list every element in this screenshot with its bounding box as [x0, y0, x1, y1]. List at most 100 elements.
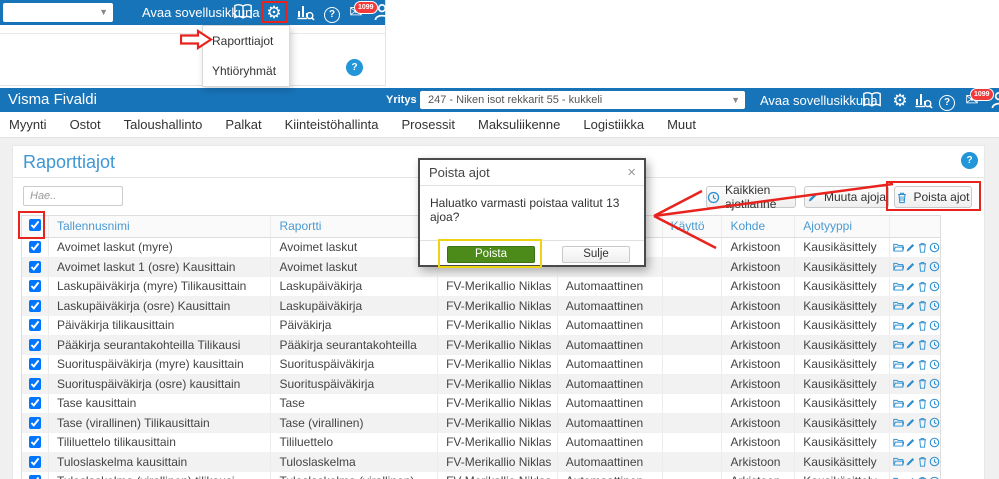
select-all-checkbox[interactable]: [28, 219, 41, 231]
pencil-icon[interactable]: [905, 242, 916, 253]
open-folder-icon[interactable]: [893, 261, 905, 272]
trash-icon[interactable]: [917, 398, 928, 409]
bookmarks-icon[interactable]: [862, 91, 882, 110]
nav-item-myynti[interactable]: Myynti: [4, 112, 52, 137]
trash-icon[interactable]: [917, 378, 928, 389]
trash-icon[interactable]: [917, 300, 928, 311]
nav-item-maksuliikenne[interactable]: Maksuliikenne: [473, 112, 565, 137]
clock-icon[interactable]: [929, 417, 940, 428]
pencil-icon[interactable]: [905, 359, 916, 370]
delete-runs-button[interactable]: Poista ajot: [894, 186, 972, 208]
help-badge[interactable]: ?: [346, 59, 363, 76]
open-app-window-link[interactable]: Avaa sovellusikkuna: [760, 88, 878, 113]
report-search-icon[interactable]: [295, 3, 315, 22]
pencil-icon[interactable]: [905, 417, 916, 428]
clock-icon[interactable]: [929, 320, 940, 331]
trash-icon[interactable]: [917, 339, 928, 350]
menu-item-raporttiajot[interactable]: Raporttiajot: [203, 26, 289, 56]
row-checkbox[interactable]: [28, 475, 41, 479]
clock-icon[interactable]: [929, 281, 940, 292]
open-folder-icon[interactable]: [893, 398, 905, 409]
row-checkbox[interactable]: [28, 436, 41, 448]
pencil-icon[interactable]: [905, 300, 916, 311]
nav-item-muut[interactable]: Muut: [662, 112, 701, 137]
row-checkbox[interactable]: [28, 319, 41, 331]
row-checkbox[interactable]: [28, 338, 41, 351]
row-checkbox[interactable]: [28, 358, 41, 370]
clock-icon[interactable]: [929, 398, 940, 409]
row-checkbox[interactable]: [28, 299, 41, 312]
pencil-icon[interactable]: [905, 261, 916, 272]
pencil-icon[interactable]: [905, 320, 916, 331]
pencil-icon[interactable]: [905, 398, 916, 409]
nav-item-ostot[interactable]: Ostot: [65, 112, 106, 137]
row-checkbox[interactable]: [28, 377, 41, 390]
pencil-icon[interactable]: [905, 339, 916, 350]
open-folder-icon[interactable]: [893, 339, 905, 350]
pencil-icon[interactable]: [905, 437, 916, 448]
trash-icon[interactable]: [917, 320, 928, 331]
row-checkbox[interactable]: [28, 241, 41, 253]
open-folder-icon[interactable]: [893, 437, 905, 448]
clock-icon[interactable]: [929, 300, 940, 311]
trash-icon[interactable]: [917, 359, 928, 370]
help-icon[interactable]: ?: [322, 4, 342, 23]
trash-icon[interactable]: [917, 417, 928, 428]
nav-item-kiinteistohallinta[interactable]: Kiinteistöhallinta: [280, 112, 384, 137]
clock-icon[interactable]: [929, 339, 940, 350]
clock-icon[interactable]: [929, 242, 940, 253]
trash-icon[interactable]: [917, 456, 928, 467]
menu-item-yhtioryhmat[interactable]: Yhtiöryhmät: [203, 56, 289, 86]
clock-icon[interactable]: [929, 261, 940, 272]
pencil-icon[interactable]: [905, 456, 916, 467]
trash-icon[interactable]: [917, 437, 928, 448]
all-runs-status-button[interactable]: Kaikkien ajotilanne: [706, 183, 796, 211]
row-checkbox[interactable]: [28, 260, 41, 273]
bookmarks-icon[interactable]: [233, 3, 253, 22]
open-folder-icon[interactable]: [893, 456, 905, 467]
open-folder-icon[interactable]: [893, 378, 905, 389]
company-select[interactable]: 247 - Niken isot rekkarit 55 - kukkeli ▼: [420, 91, 745, 109]
clock-icon[interactable]: [929, 437, 940, 448]
col-header-kohde[interactable]: Kohde: [722, 216, 796, 237]
gear-icon[interactable]: ⚙: [890, 91, 910, 110]
cancel-button[interactable]: Sulje: [562, 246, 630, 263]
col-header-tallennusnimi[interactable]: Tallennusnimi: [49, 216, 272, 237]
row-checkbox[interactable]: [28, 280, 41, 292]
clock-icon[interactable]: [929, 456, 940, 467]
row-checkbox[interactable]: [28, 455, 41, 468]
close-icon[interactable]: ×: [627, 160, 636, 185]
help-icon[interactable]: ?: [937, 92, 957, 111]
open-folder-icon[interactable]: [893, 300, 905, 311]
trash-icon[interactable]: [917, 261, 928, 272]
col-header-ajotyyppi[interactable]: Ajotyyppi: [795, 216, 891, 237]
help-badge[interactable]: ?: [961, 152, 978, 169]
col-header-raportti[interactable]: Raportti: [271, 216, 439, 237]
trash-icon[interactable]: [917, 242, 928, 253]
row-checkbox[interactable]: [28, 397, 41, 409]
clock-icon[interactable]: [929, 378, 940, 389]
pencil-icon[interactable]: [905, 378, 916, 389]
clock-icon[interactable]: [929, 359, 940, 370]
nav-item-prosessit[interactable]: Prosessit: [397, 112, 460, 137]
gear-icon[interactable]: ⚙: [264, 3, 284, 22]
trash-icon[interactable]: [917, 281, 928, 292]
col-header-kaytto[interactable]: Käyttö: [663, 216, 723, 237]
search-input[interactable]: [23, 186, 123, 206]
main-header-bar: Visma Fivaldi Yritys 247 - Niken isot re…: [0, 88, 999, 112]
top-window-combobox[interactable]: ▼: [3, 3, 113, 22]
nav-item-palkat[interactable]: Palkat: [220, 112, 266, 137]
pencil-icon[interactable]: [905, 281, 916, 292]
report-search-icon[interactable]: [913, 91, 933, 110]
open-folder-icon[interactable]: [893, 359, 905, 370]
edit-runs-button[interactable]: Muuta ajoja: [804, 186, 889, 208]
confirm-delete-button[interactable]: Poista: [447, 246, 535, 263]
nav-item-logistiikka[interactable]: Logistiikka: [578, 112, 649, 137]
open-folder-icon[interactable]: [893, 417, 905, 428]
open-folder-icon[interactable]: [893, 281, 905, 292]
cell-raportti: Pääkirja seurantakohteilla: [271, 335, 439, 354]
open-folder-icon[interactable]: [893, 242, 905, 253]
row-checkbox[interactable]: [28, 416, 41, 429]
open-folder-icon[interactable]: [893, 320, 905, 331]
nav-item-taloushallinto[interactable]: Taloushallinto: [119, 112, 208, 137]
